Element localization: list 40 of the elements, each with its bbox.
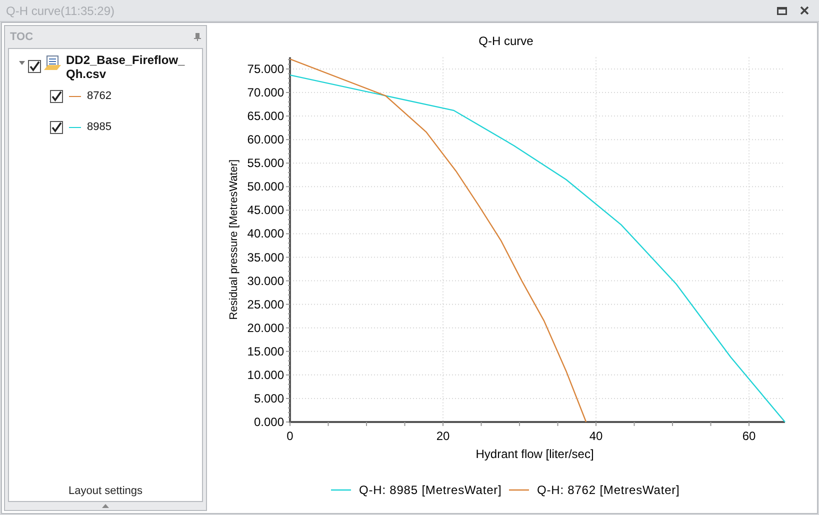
file-icon (44, 55, 61, 71)
expand-up-icon[interactable] (102, 504, 109, 508)
y-tick-label: 25.000 (247, 297, 284, 312)
window-title: Q-H curve(11:35:29) (6, 2, 114, 20)
y-tick-label: 35.000 (247, 250, 284, 264)
file-name[interactable]: DD2_Base_Fireflow_Qh.csv (66, 53, 186, 81)
legend-label: Q-H: 8985 [MetresWater] (359, 483, 502, 497)
y-tick-label: 50.000 (247, 180, 284, 194)
close-icon[interactable] (800, 6, 809, 15)
y-tick-label: 45.000 (247, 203, 284, 218)
y-tick-label: 65.000 (247, 109, 284, 124)
panel-title: TOC (10, 30, 34, 45)
x-axis-label: Hydrant flow [liter/sec] (476, 447, 594, 461)
y-tick-label: 70.000 (247, 86, 284, 100)
chart-title: Q-H curve (478, 34, 534, 48)
x-tick-label: 60 (742, 429, 756, 443)
pin-icon[interactable] (194, 33, 201, 41)
checkbox[interactable] (28, 60, 41, 73)
series-label[interactable]: 8762 (87, 88, 112, 105)
y-tick-label: 75.000 (247, 62, 284, 76)
checkbox[interactable] (50, 121, 63, 134)
series-label[interactable]: 8985 (87, 119, 112, 136)
y-tick-label: 20.000 (247, 320, 284, 335)
expand-caret-icon[interactable] (19, 61, 25, 66)
checkbox[interactable] (50, 90, 63, 103)
y-tick-label: 5.000 (254, 391, 284, 406)
y-tick-label: 60.000 (247, 132, 284, 147)
y-axis-label: Residual pressure [MetresWater] (228, 159, 240, 320)
x-tick-label: 0 (286, 429, 294, 443)
y-tick-label: 15.000 (247, 344, 284, 358)
y-tick-label: 30.000 (247, 274, 284, 288)
x-tick-label: 40 (589, 429, 603, 443)
y-tick-label: 55.000 (247, 156, 284, 170)
x-tick-label: 20 (436, 429, 450, 443)
layout-settings-label[interactable]: Layout settings (68, 482, 142, 501)
y-tick-label: 0.000 (254, 415, 284, 429)
y-tick-label: 40.000 (247, 226, 284, 241)
maximize-icon[interactable] (777, 6, 787, 14)
legend-label: Q-H: 8762 [MetresWater] (537, 483, 680, 497)
y-tick-label: 10.000 (247, 368, 284, 382)
